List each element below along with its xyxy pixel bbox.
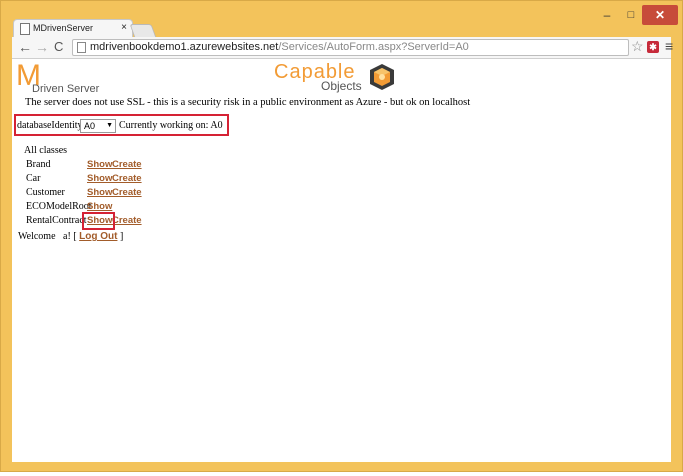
browser-tab[interactable]: MDrivenServer ×: [13, 19, 133, 38]
objects-logo-text: Objects: [321, 79, 362, 93]
database-identity-label: databaseIdentity:: [17, 120, 86, 131]
create-link[interactable]: Create: [112, 159, 142, 170]
welcome-user: a! [: [63, 231, 77, 242]
class-name: Car: [26, 173, 41, 184]
back-arrow-icon[interactable]: ←: [18, 39, 32, 55]
ssl-warning: The server does not use SSL - this is a …: [25, 97, 471, 108]
bookmark-star-icon[interactable]: ☆: [631, 38, 644, 55]
welcome-line: Welcome a! [ Log Out ]: [18, 231, 123, 242]
class-name: Brand: [26, 159, 51, 170]
menu-icon[interactable]: ≡: [665, 38, 673, 54]
show-link[interactable]: Show: [87, 187, 112, 198]
all-classes-heading: All classes: [24, 145, 68, 156]
page-content: M Driven Server Capable Objects The serv…: [12, 59, 671, 462]
browser-window: MDrivenServer × – □ ✕ ← → C mdrivenbookd…: [0, 0, 683, 472]
tab-close-icon[interactable]: ×: [121, 22, 127, 33]
class-name: ECOModelRoot: [26, 201, 92, 212]
page-icon: [20, 23, 30, 35]
tab-title: MDrivenServer: [33, 23, 94, 33]
show-link[interactable]: Show: [87, 159, 112, 170]
close-window-button[interactable]: ✕: [642, 5, 678, 25]
capable-objects-logo: Capable Objects: [274, 61, 404, 94]
class-name: Customer: [26, 187, 65, 198]
new-tab-button[interactable]: [129, 24, 157, 38]
url-text: mdrivenbookdemo1.azurewebsites.net/Servi…: [90, 40, 469, 55]
url-path: /Services/AutoForm.aspx?ServerId=A0: [278, 41, 469, 53]
minimize-button[interactable]: –: [593, 6, 621, 24]
extension-icon[interactable]: ✱: [647, 41, 659, 53]
database-selected-value: A0: [84, 121, 96, 131]
browser-toolbar: ← → C mdrivenbookdemo1.azurewebsites.net…: [12, 37, 673, 59]
create-link[interactable]: Create: [112, 187, 142, 198]
forward-arrow-icon[interactable]: →: [35, 39, 49, 55]
show-link[interactable]: Show: [87, 201, 112, 212]
maximize-button[interactable]: □: [621, 6, 641, 24]
address-bar[interactable]: mdrivenbookdemo1.azurewebsites.net/Servi…: [72, 39, 629, 56]
url-host: mdrivenbookdemo1.azurewebsites.net: [90, 41, 279, 53]
logout-link[interactable]: Log Out: [79, 231, 117, 242]
class-name: RentalContract: [26, 215, 87, 226]
create-link[interactable]: Create: [112, 215, 142, 226]
create-link[interactable]: Create: [112, 173, 142, 184]
database-identity-select[interactable]: A0 ▼: [80, 119, 116, 133]
show-link[interactable]: Show: [87, 173, 112, 184]
chevron-down-icon: ▼: [106, 122, 113, 129]
welcome-text: Welcome: [18, 231, 56, 242]
cube-logo-icon: [370, 64, 394, 90]
highlight-box-show: [82, 212, 115, 230]
welcome-bracket: ]: [119, 231, 124, 242]
reload-icon[interactable]: C: [54, 39, 63, 55]
mdriven-logo-text: Driven Server: [32, 83, 100, 95]
document-icon: [77, 42, 86, 53]
currently-working-on: Currently working on: A0: [119, 120, 223, 131]
